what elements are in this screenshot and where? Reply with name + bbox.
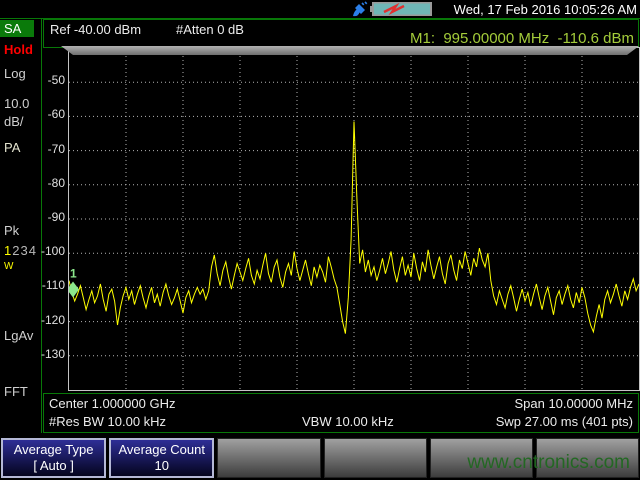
peak-indicator: Pk	[4, 223, 19, 238]
battery-icon	[370, 2, 432, 16]
trace1-active: 1	[4, 243, 12, 258]
span-label: Span 10.00000 MHz	[514, 396, 633, 411]
y-axis-tick-label: -110	[39, 279, 65, 291]
softkey-3[interactable]	[217, 438, 320, 478]
scale-unit-label: dB/	[4, 114, 24, 129]
center-freq-label: Center 1.000000 GHz	[49, 396, 175, 411]
fft-indicator: FFT	[4, 384, 28, 399]
y-axis-tick-label: -60	[39, 108, 65, 120]
ac-power-icon	[352, 1, 368, 17]
y-axis-tick-label: -80	[39, 177, 65, 189]
attenuation-label: #Atten 0 dB	[176, 22, 244, 37]
average-mode-indicator: LgAv	[4, 328, 33, 343]
trace-number-indicators: 1234	[4, 243, 37, 258]
softkey-label-line2: [ Auto ]	[33, 458, 73, 474]
title-bar: Wed, 17 Feb 2016 10:05:26 AM	[0, 0, 640, 18]
sweep-hold-indicator: Hold	[4, 42, 33, 57]
mode-badge-sa: SA	[0, 20, 34, 37]
spectrum-plot: 1	[68, 47, 640, 391]
marker1-number: 1	[70, 266, 77, 280]
spectrum-plot-svg: 1	[69, 48, 639, 390]
ref-level-label: Ref -40.00 dBm	[50, 22, 141, 37]
res-bw-label: #Res BW 10.00 kHz	[49, 414, 166, 429]
softkey-label-line2: 10	[155, 458, 169, 474]
y-axis-labels: -50 -60 -70 -80 -90 -100 -110 -120 -130	[40, 47, 66, 389]
softkey-1-average-type[interactable]: Average Type[ Auto ]	[1, 438, 106, 478]
scale-value-label: 10.0	[4, 96, 29, 111]
y-axis-tick-label: -50	[39, 74, 65, 86]
video-bw-label: VBW 10.00 kHz	[302, 414, 394, 429]
softkey-4[interactable]	[324, 438, 427, 478]
top-annotation-box: Ref -40.00 dBm #Atten 0 dB M1: 995.00000…	[43, 19, 639, 48]
watermark-text: www.cntronics.com	[467, 452, 630, 474]
sweep-time-label: Swp 27.00 ms (401 pts)	[496, 414, 633, 429]
y-axis-tick-label: -70	[39, 143, 65, 155]
clock-datetime: Wed, 17 Feb 2016 10:05:26 AM	[454, 2, 637, 17]
plot-top-bezel	[61, 46, 639, 55]
softkey-2-average-count[interactable]: Average Count10	[109, 438, 214, 478]
traces-inactive: 234	[12, 243, 37, 258]
bottom-annotation-box: Center 1.000000 GHz Span 10.00000 MHz #R…	[43, 393, 639, 433]
y-axis-tick-label: -100	[39, 245, 65, 257]
scale-type-label: Log	[4, 66, 26, 81]
y-axis-tick-label: -120	[39, 314, 65, 326]
trace-write-mode-indicator: W	[4, 259, 13, 274]
softkey-label-line1: Average Type	[14, 442, 94, 458]
marker1-readout: M1: 995.00000 MHz -110.6 dBm	[410, 30, 634, 47]
y-axis-tick-label: -130	[39, 348, 65, 360]
spectrum-trace	[69, 122, 639, 334]
softkey-label-line1: Average Count	[119, 442, 206, 458]
y-axis-tick-label: -90	[39, 211, 65, 223]
preamp-indicator: PA	[4, 140, 20, 155]
